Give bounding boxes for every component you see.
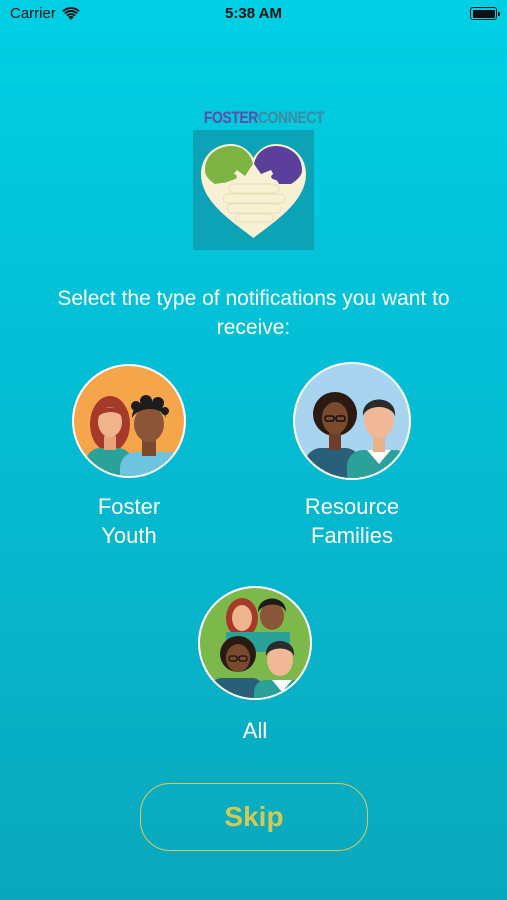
- option-foster-youth-label: Foster Youth: [98, 492, 160, 550]
- resource-families-illustration: [305, 392, 409, 478]
- logo-wordmark: FOSTERCONNECT: [203, 108, 325, 128]
- resource-families-avatar[interactable]: [293, 362, 411, 480]
- all-group-avatar[interactable]: [198, 586, 312, 700]
- option-resource-families-line1: Resource: [304, 494, 400, 519]
- option-foster-youth[interactable]: Foster Youth: [71, 364, 187, 550]
- option-all[interactable]: All: [197, 586, 313, 745]
- foster-connect-logo: FOSTERCONNECT: [193, 108, 325, 250]
- logo-word-foster: FOSTER: [203, 108, 258, 127]
- foster-youth-illustration: [86, 395, 184, 476]
- skip-button[interactable]: Skip: [140, 783, 368, 851]
- option-resource-families-label: Resource Families: [305, 492, 399, 550]
- logo-word-connect: CONNECT: [257, 108, 325, 127]
- status-time: 5:38 AM: [225, 5, 282, 22]
- option-foster-youth-line1: Foster: [97, 494, 161, 519]
- option-resource-families[interactable]: Resource Families: [290, 362, 414, 550]
- battery-icon: [470, 7, 500, 20]
- option-resource-families-line2: Families: [311, 523, 393, 548]
- heart-hands-icon: [201, 144, 306, 238]
- notification-prompt: Select the type of notifications you wan…: [57, 287, 450, 339]
- foster-youth-avatar[interactable]: [72, 364, 186, 478]
- option-foster-youth-line2: Youth: [101, 523, 157, 548]
- option-all-label: All: [242, 718, 268, 743]
- logo-emblem: [193, 130, 314, 250]
- status-bar: Carrier 5:38 AM: [0, 0, 507, 28]
- all-group-illustration: [210, 598, 310, 698]
